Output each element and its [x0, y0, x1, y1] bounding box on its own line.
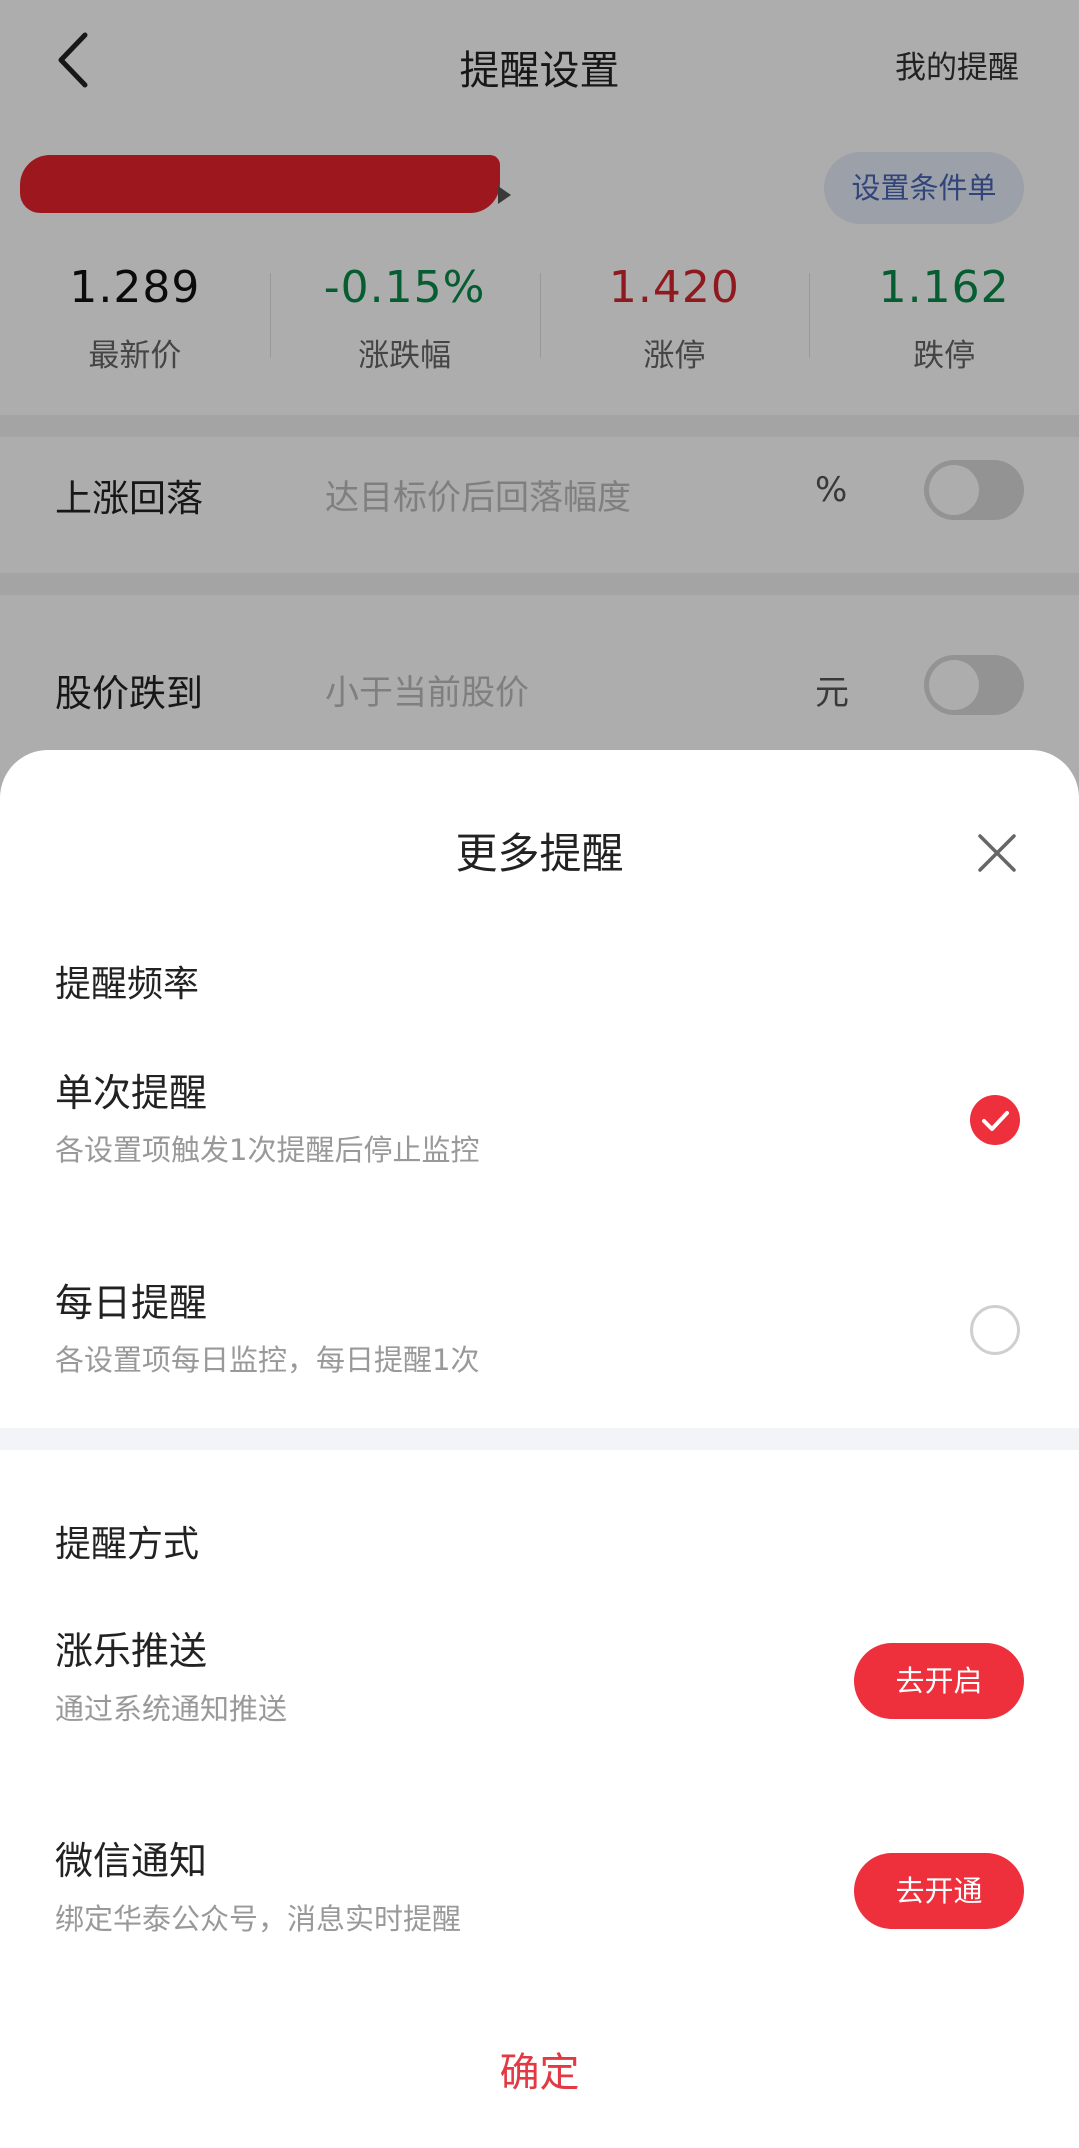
frequency-section-title: 提醒频率	[55, 964, 200, 1005]
checked-radio-icon[interactable]	[970, 1095, 1020, 1145]
option-title: 单次提醒	[55, 1071, 208, 1115]
confirm-button[interactable]: 确定	[0, 2040, 1079, 2098]
option-title: 每日提醒	[55, 1281, 208, 1325]
option-desc: 绑定华泰公众号，消息实时提醒	[55, 1902, 462, 1936]
unchecked-radio-icon[interactable]	[970, 1305, 1020, 1355]
more-reminders-sheet: 更多提醒 提醒频率 单次提醒 各设置项触发1次提醒后停止监控 每日提醒 各设置项…	[0, 750, 1079, 2148]
enable-wechat-button[interactable]: 去开通	[854, 1853, 1024, 1929]
close-icon[interactable]	[977, 833, 1017, 873]
section-divider	[0, 1428, 1079, 1450]
option-desc: 各设置项触发1次提醒后停止监控	[55, 1133, 480, 1167]
option-desc: 各设置项每日监控，每日提醒1次	[55, 1343, 480, 1377]
option-desc: 通过系统通知推送	[55, 1692, 288, 1726]
enable-push-button[interactable]: 去开启	[854, 1643, 1024, 1719]
option-title: 涨乐推送	[55, 1629, 208, 1673]
method-section-title: 提醒方式	[55, 1524, 200, 1565]
sheet-title: 更多提醒	[455, 829, 624, 878]
option-title: 微信通知	[55, 1839, 208, 1883]
